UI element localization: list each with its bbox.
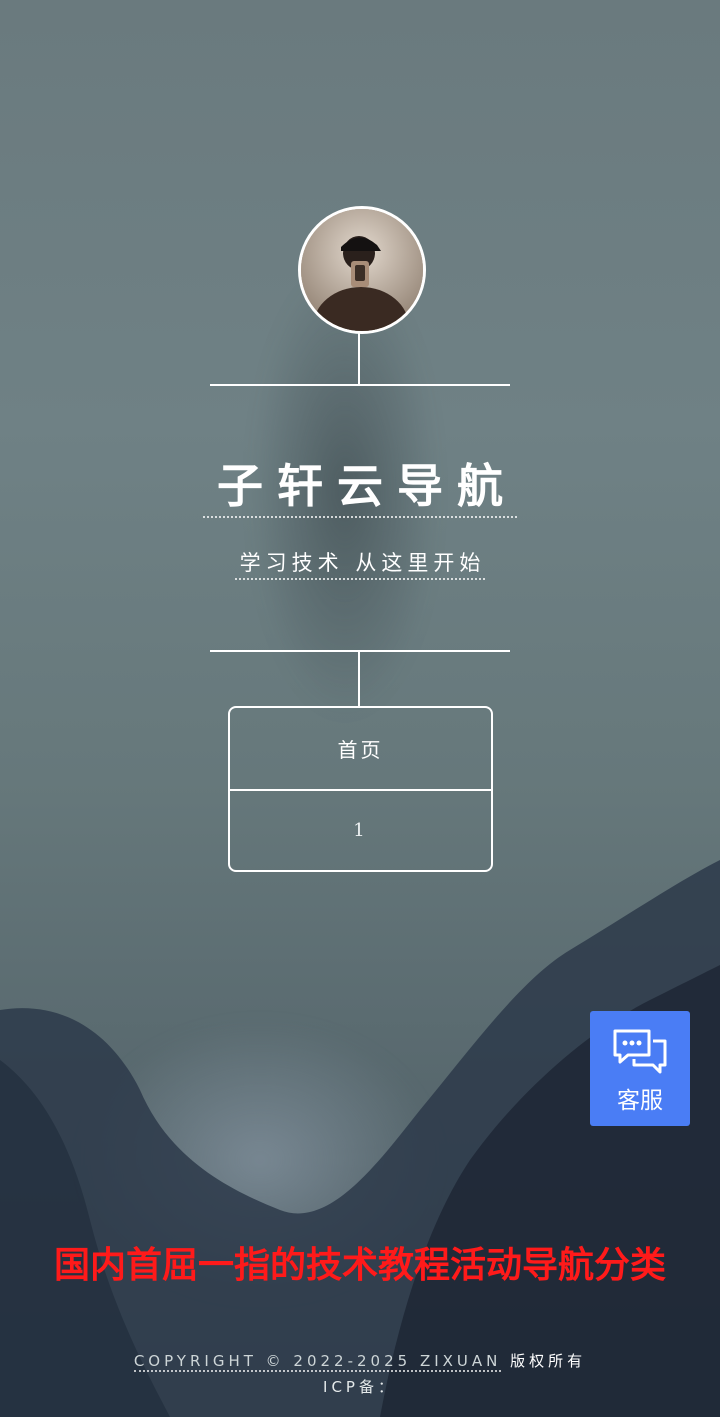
nav-item-label: 首页	[337, 738, 384, 762]
footer-icp-line: ICP备：	[0, 1374, 720, 1400]
nav-item-label: 1	[353, 820, 368, 841]
promo-banner-text: 国内首屈一指的技术教程活动导航分类	[53, 1245, 666, 1286]
nav-menu: 首页 1	[228, 706, 493, 872]
copyright-link[interactable]: COPYRIGHT © 2022-2025 ZIXUAN	[133, 1352, 502, 1372]
rights-text: 版权所有	[510, 1352, 587, 1370]
avatar-image	[301, 209, 423, 331]
avatar[interactable]	[298, 206, 426, 334]
site-title: 子轩云导航	[0, 456, 720, 518]
background-mountains	[0, 860, 720, 1417]
icp-text[interactable]: ICP备：	[323, 1378, 397, 1396]
connector-line-top	[358, 331, 360, 384]
site-subtitle: 学习技术 从这里开始	[0, 548, 720, 580]
divider-bottom	[210, 650, 510, 652]
divider-top	[210, 384, 510, 386]
chat-bubbles-icon	[613, 1029, 667, 1074]
footer: COPYRIGHT © 2022-2025 ZIXUAN 版权所有 ICP备：	[0, 1348, 720, 1400]
customer-service-label: 客服	[617, 1088, 663, 1114]
site-title-text[interactable]: 子轩云导航	[203, 456, 517, 518]
nav-item-home[interactable]: 首页	[230, 708, 491, 789]
customer-service-button[interactable]: 客服	[590, 1011, 690, 1126]
footer-copyright-line: COPYRIGHT © 2022-2025 ZIXUAN 版权所有	[0, 1348, 720, 1374]
connector-line-bottom	[358, 652, 360, 706]
nav-item-1[interactable]: 1	[230, 789, 491, 870]
page: 子轩云导航 学习技术 从这里开始 首页 1 客服 国内首屈一指的技术教程活动导航…	[0, 0, 720, 1417]
site-subtitle-text[interactable]: 学习技术 从这里开始	[234, 548, 486, 580]
